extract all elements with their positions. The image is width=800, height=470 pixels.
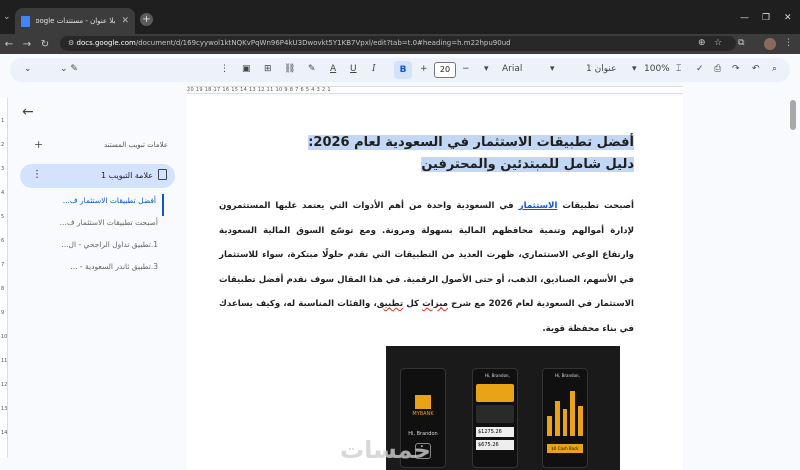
font-family-select[interactable]: Arial xyxy=(502,64,522,74)
amount-2: $675.26 xyxy=(476,440,514,450)
italic-button[interactable]: I xyxy=(372,64,376,74)
font-size-increase-button[interactable]: + xyxy=(420,64,428,74)
insert-comment-icon[interactable]: ⊞ xyxy=(264,64,272,74)
style-dropdown-arrow-icon[interactable]: ▾ xyxy=(550,64,555,74)
bold-button[interactable]: B xyxy=(394,61,412,79)
watermark: خمسات xyxy=(340,436,431,464)
gold-card xyxy=(476,384,514,402)
para-text: في السعودية واحدة من أهم الأدوات التي يع… xyxy=(219,201,634,309)
url-path: /document/d/169cyywol1ktNQKvPqWn96P4kU3D… xyxy=(135,39,511,47)
outline-item[interactable]: أفضل تطبيقات الاستثمار ف... xyxy=(34,194,164,216)
font-size-decrease-button[interactable]: − xyxy=(462,64,470,74)
browser-menu-icon[interactable]: ⋮ xyxy=(784,38,793,48)
collapse-menus-icon[interactable]: ⌄ xyxy=(24,64,32,74)
stats-greeting: Hi, Brandon, xyxy=(555,373,580,378)
outline-item[interactable]: أصبحت تطبيقات الاستثمار ف... xyxy=(34,216,164,238)
zoom-dropdown-arrow-icon[interactable]: ▾ xyxy=(632,64,637,74)
app-screen-cards: Hi, Brandon, $1275.26 $675.26 xyxy=(472,368,518,468)
sidebar-header: علامات تبويب المستند + xyxy=(28,138,168,151)
investment-link[interactable]: الاستثمار xyxy=(519,201,558,211)
print-icon[interactable]: ⎙ xyxy=(714,64,721,74)
paragraph-style-select[interactable]: عنوان 1 xyxy=(586,64,616,74)
close-window-icon[interactable]: ✕ xyxy=(784,13,792,23)
forward-icon[interactable]: → xyxy=(18,39,36,50)
add-tab-icon[interactable]: + xyxy=(34,138,43,151)
document-icon xyxy=(158,169,167,180)
search-menus-icon[interactable]: ⌕ xyxy=(772,64,777,74)
zoom-icon[interactable]: ⊕ xyxy=(698,38,706,48)
address-bar: ← → ↻ ⚙ docs.google.com/document/d/169cy… xyxy=(0,34,800,54)
redo-icon[interactable]: ↷ xyxy=(732,64,740,74)
url-domain: docs.google.com xyxy=(76,39,136,47)
more-options-icon[interactable]: ⋮ xyxy=(220,64,229,74)
para-text: كل xyxy=(403,299,423,309)
back-icon[interactable]: ← xyxy=(0,39,18,50)
outline-item[interactable]: 3.تطبيق ثاندر السعودية - ... xyxy=(34,260,164,282)
browser-tab[interactable]: بلا عنوان - مستندات Google ✕ xyxy=(15,8,135,34)
url-field[interactable]: ⚙ docs.google.com/document/d/169cyywol1k… xyxy=(60,36,736,51)
paint-format-icon[interactable]: ⌶ xyxy=(676,64,681,74)
amount-1: $1275.26 xyxy=(476,427,514,437)
zoom-select[interactable]: 100% xyxy=(644,64,670,74)
document-page[interactable]: أفضل تطبيقات الاستثمار في السعودية لعام … xyxy=(187,96,683,470)
tab-title: بلا عنوان - مستندات Google xyxy=(36,17,116,25)
text-color-button[interactable]: A xyxy=(330,64,336,74)
sidebar-header-label: علامات تبويب المستند xyxy=(103,141,168,149)
app-screen-stats: Hi, Brandon, $0 Cash Back xyxy=(542,368,588,468)
profile-avatar[interactable] xyxy=(764,38,776,50)
misspelled-word[interactable]: ميزات xyxy=(422,299,448,309)
vertical-scrollbar[interactable] xyxy=(790,100,796,130)
para-text: أصبحت تطبيقات xyxy=(557,201,634,211)
bank-logo-icon xyxy=(415,395,431,409)
sidebar-tab-item[interactable]: ⋮ علامة التبويب 1 xyxy=(20,164,175,188)
body-paragraph[interactable]: أصبحت تطبيقات الاستثمار في السعودية واحد… xyxy=(219,194,634,341)
maximize-icon[interactable]: ❐ xyxy=(762,13,770,23)
underline-button[interactable]: U xyxy=(350,64,357,74)
tab-options-icon[interactable]: ⋮ xyxy=(32,169,42,180)
font-dropdown-arrow-icon[interactable]: ▾ xyxy=(484,64,489,74)
docs-favicon-icon xyxy=(21,15,30,27)
cash-back-button: $0 Cash Back xyxy=(547,444,583,453)
back-arrow-icon[interactable]: ← xyxy=(22,104,34,120)
document-heading[interactable]: أفضل تطبيقات الاستثمار في السعودية لعام … xyxy=(290,132,634,176)
insert-link-icon[interactable]: ⛓ xyxy=(284,64,295,74)
document-tabs-sidebar: ← علامات تبويب المستند + ⋮ علامة التبويب… xyxy=(0,94,187,470)
cards-greeting: Hi, Brandon, xyxy=(485,373,510,378)
browser-tab-strip: ⌄ بلا عنوان - مستندات Google ✕ + — ❐ ✕ xyxy=(0,0,800,34)
font-size-field[interactable]: 20 xyxy=(434,62,456,78)
bar-graphic xyxy=(547,386,583,436)
spellcheck-icon[interactable]: ✓ xyxy=(696,64,704,74)
misspelled-word[interactable]: تطبيق xyxy=(377,299,403,309)
outline-item[interactable]: 1.تطبيق تداول الراجحي - ال... xyxy=(34,238,164,260)
document-outline: أفضل تطبيقات الاستثمار ف... أصبحت تطبيقا… xyxy=(34,194,164,282)
docs-toolbar: ⌄ ⌄ ✎ ⋮ ▣ ⊞ ⛓ ✎ A U I B + 20 − ▾ Arial ▾… xyxy=(10,58,790,82)
extensions-icon[interactable]: ⧉ xyxy=(738,38,744,48)
heading-text: أفضل تطبيقات الاستثمار في السعودية لعام … xyxy=(308,135,634,172)
insert-image-icon[interactable]: ▣ xyxy=(242,64,251,74)
highlight-icon[interactable]: ✎ xyxy=(308,64,316,74)
horizontal-ruler[interactable]: 20 19 18 17 16 15 14 13 12 11 10 9 8 7 6… xyxy=(187,86,683,94)
tab-label: علامة التبويب 1 xyxy=(100,171,153,180)
reload-icon[interactable]: ↻ xyxy=(36,39,54,50)
close-tab-icon[interactable]: ✕ xyxy=(121,16,129,26)
bookmark-star-icon[interactable]: ☆ xyxy=(714,38,722,48)
undo-icon[interactable]: ↶ xyxy=(752,64,760,74)
dark-card xyxy=(476,405,514,423)
editing-mode-icon[interactable]: ⌄ ✎ xyxy=(60,64,78,74)
bank-brand: MYBANK xyxy=(412,411,434,417)
minimize-icon[interactable]: — xyxy=(740,13,749,23)
tab-search-icon[interactable]: ⌄ xyxy=(3,12,11,22)
new-tab-button[interactable]: + xyxy=(140,13,153,26)
